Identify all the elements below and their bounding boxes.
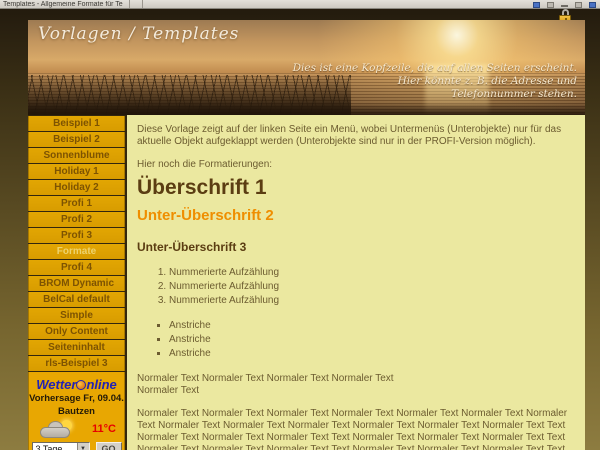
dune-shadow [28, 103, 585, 115]
globe-icon [76, 380, 86, 390]
sidebar-item-rls-beispiel-3[interactable]: rls-Beispiel 3 [28, 356, 125, 371]
heading-3: Unter-Überschrift 3 [137, 241, 575, 253]
bullet-list-item: Anstriche [169, 348, 575, 360]
location-label: Bautzen [29, 406, 124, 417]
numbered-list-item: Nummerierte Aufzählung [169, 267, 575, 279]
sidebar-item-brom-dynamic[interactable]: BROM Dynamic [28, 276, 125, 291]
browser-titlebar: Templates - Allgemeine Formate für Texte… [0, 0, 600, 9]
bullet-list-item: Anstriche [169, 334, 575, 346]
normal-text-line: Normaler Text Normaler Text Normaler Tex… [137, 373, 394, 384]
browser-title-text: Templates - Allgemeine Formate für Texte… [3, 1, 123, 8]
wetteronline-logo[interactable]: Wetter nline [29, 378, 124, 391]
sidebar-item-holiday-1[interactable]: Holiday 1 [28, 164, 125, 179]
intro-paragraph: Diese Vorlage zeigt auf der linken Seite… [137, 124, 575, 148]
intro-paragraph-2: Hier noch die Formatierungen: [137, 159, 575, 171]
numbered-list-item: Nummerierte Aufzählung [169, 281, 575, 293]
page-background: Vorlagen / Templates Dies ist eine Kopfz… [0, 9, 600, 450]
header-tagline: Dies ist eine Kopfzeile, die auf allen S… [293, 62, 577, 101]
normal-text-paragraph: Normaler Text Normaler Text Normaler Tex… [137, 373, 575, 397]
sidebar-item-belcal-default[interactable]: BelCal default [28, 292, 125, 307]
normal-text-line: Normaler Text [137, 385, 199, 396]
heading-1: Überschrift 1 [137, 182, 575, 194]
forecast-range-select[interactable]: 3 Tage ▼ [32, 442, 90, 450]
sidebar-item-profi-1[interactable]: Profi 1 [28, 196, 125, 211]
sidebar-item-formate[interactable]: Formate [28, 244, 125, 259]
sidebar-item-only-content[interactable]: Only Content [28, 324, 125, 339]
forecast-range-value: 3 Tage [33, 443, 77, 450]
site-container: Vorlagen / Templates Dies ist eine Kopfz… [28, 20, 585, 450]
help-icon[interactable] [589, 2, 596, 8]
tab-divider [142, 0, 143, 8]
sidebar-item-profi-3[interactable]: Profi 3 [28, 228, 125, 243]
temperature-value: 11°C [92, 423, 116, 435]
sidebar-item-seiteninhalt[interactable]: Seiteninhalt [28, 340, 125, 355]
go-button[interactable]: GO [96, 442, 122, 450]
bullet-list-item: Anstriche [169, 320, 575, 332]
numbered-list-item: Nummerierte Aufzählung [169, 295, 575, 307]
restore-icon[interactable] [575, 2, 582, 8]
chevron-down-icon[interactable]: ▼ [77, 443, 89, 450]
brand-online: nline [86, 377, 116, 392]
site-title: Vorlagen / Templates [38, 24, 239, 44]
document-icon[interactable] [533, 2, 540, 8]
numbered-list: Nummerierte Aufzählung Nummerierte Aufzä… [169, 267, 575, 307]
header-image: Vorlagen / Templates Dies ist eine Kopfz… [28, 20, 585, 115]
tab-divider [129, 0, 130, 8]
sidebar-item-profi-4[interactable]: Profi 4 [28, 260, 125, 275]
sun-cloud-icon [39, 420, 75, 438]
weather-widget: Wetter nline Vorhersage Fr, 09.04. Bautze… [28, 372, 125, 450]
sidebar-item-sonnenblume[interactable]: Sonnenblume [28, 148, 125, 163]
sidebar-item-simple[interactable]: Simple [28, 308, 125, 323]
bullet-list: Anstriche Anstriche Anstriche [169, 320, 575, 360]
cloud-icon [40, 427, 70, 438]
normal-text-paragraph-long: Normaler Text Normaler Text Normaler Tex… [137, 408, 575, 450]
minimize-icon[interactable] [561, 5, 568, 7]
tagline-line: Dies ist eine Kopfzeile, die auf allen S… [293, 62, 577, 75]
brand-wetter: Wetter [36, 377, 76, 392]
window-icon[interactable] [547, 2, 554, 8]
sidebar-item-beispiel-2[interactable]: Beispiel 2 [28, 132, 125, 147]
tagline-line: Hier könnte z. B. die Adresse und [293, 75, 577, 88]
sidebar-item-profi-2[interactable]: Profi 2 [28, 212, 125, 227]
heading-2: Unter-Überschrift 2 [137, 210, 575, 222]
forecast-label: Vorhersage Fr, 09.04. [29, 393, 124, 404]
sidebar-menu: Beispiel 1 Beispiel 2 Sonnenblume Holida… [28, 115, 125, 450]
sidebar-item-beispiel-1[interactable]: Beispiel 1 [28, 116, 125, 131]
sidebar-item-holiday-2[interactable]: Holiday 2 [28, 180, 125, 195]
main-content: Diese Vorlage zeigt auf der linken Seite… [127, 115, 585, 450]
tagline-line: Telefonnummer stehen. [293, 88, 577, 101]
